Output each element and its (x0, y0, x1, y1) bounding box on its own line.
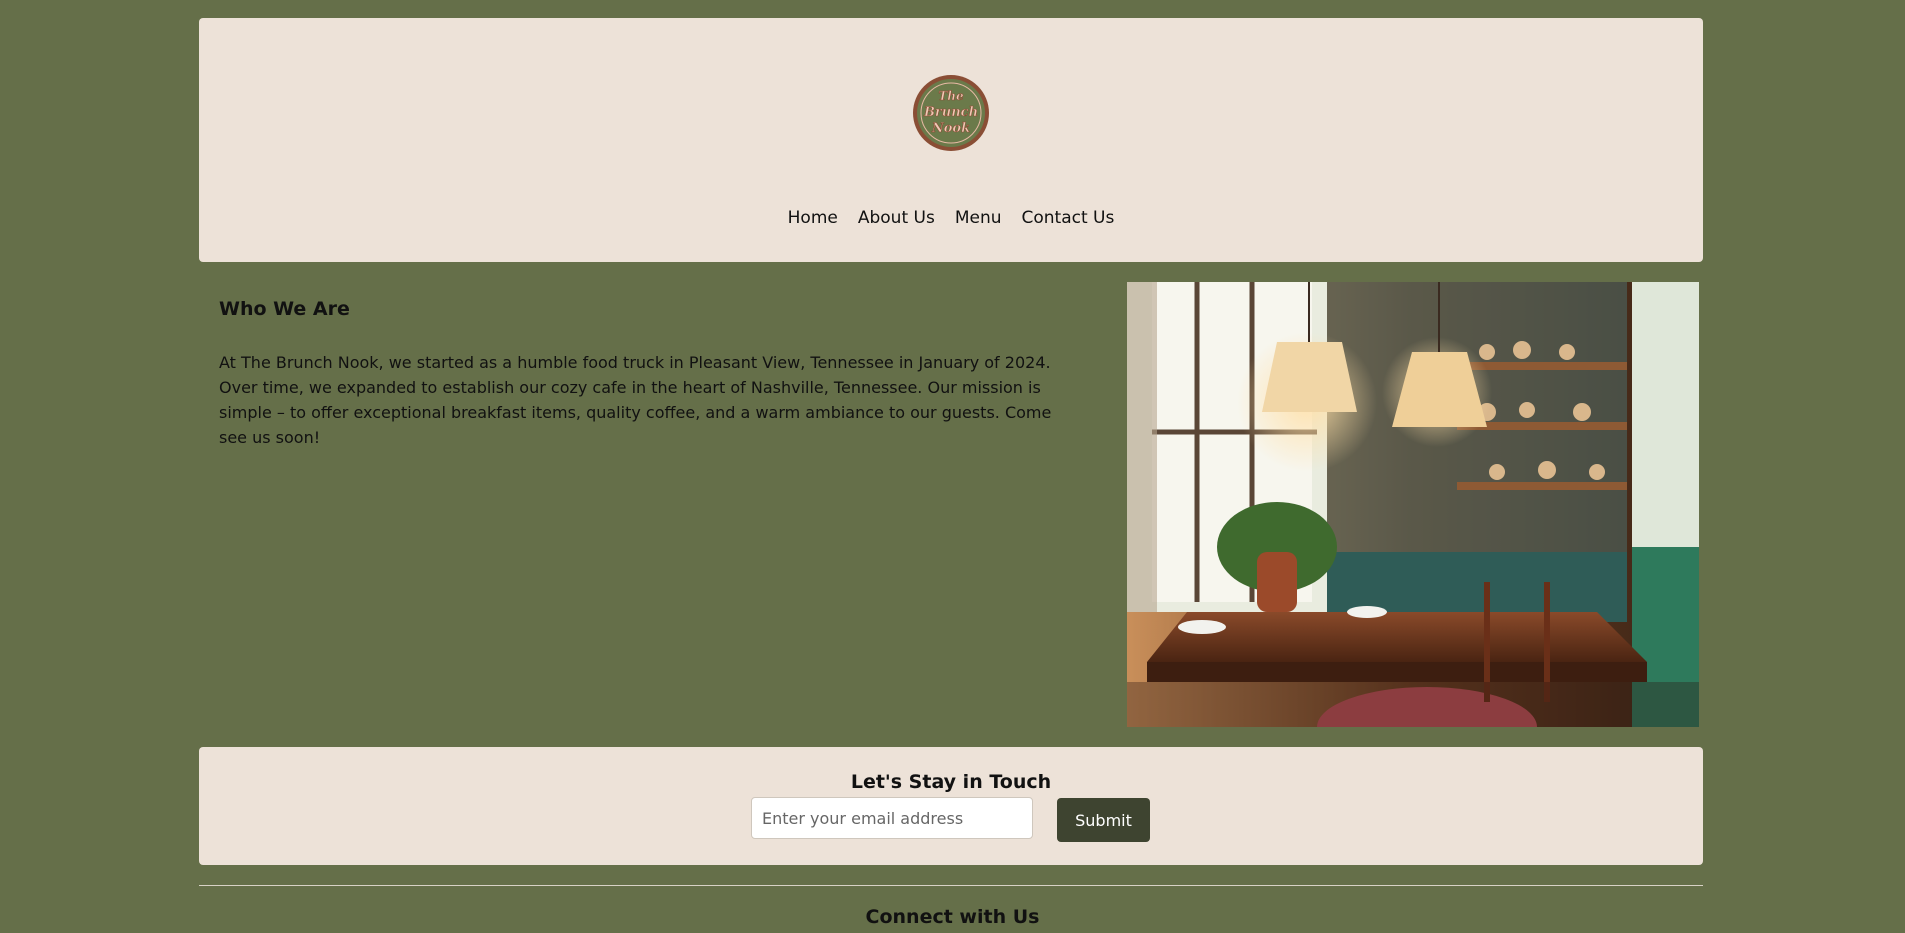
newsletter-section: Let's Stay in Touch Submit (199, 747, 1703, 865)
cafe-interior-photo (1127, 282, 1699, 727)
nav-menu-link[interactable]: Menu (955, 208, 1002, 228)
logo-text-line: The (938, 89, 964, 103)
email-input[interactable] (751, 797, 1033, 839)
newsletter-heading: Let's Stay in Touch (850, 771, 1052, 793)
about-heading: Who We Are (219, 298, 350, 320)
brand-logo[interactable]: The Brunch Nook (911, 73, 991, 153)
site-header: The Brunch Nook Home About Us Menu Conta… (199, 18, 1703, 262)
submit-button[interactable]: Submit (1057, 798, 1150, 842)
about-section: Who We Are At The Brunch Nook, we starte… (199, 282, 1703, 727)
logo-text-line: Nook (931, 121, 970, 136)
nav-about-link[interactable]: About Us (858, 208, 935, 228)
nav-contact-link[interactable]: Contact Us (1022, 208, 1115, 228)
connect-heading: Connect with Us (865, 906, 1040, 928)
logo-text-line: Brunch (923, 105, 978, 120)
main-nav: Home About Us Menu Contact Us (199, 208, 1703, 228)
about-text: At The Brunch Nook, we started as a humb… (219, 353, 1052, 447)
nav-home-link[interactable]: Home (788, 208, 838, 228)
footer-divider (199, 885, 1703, 886)
